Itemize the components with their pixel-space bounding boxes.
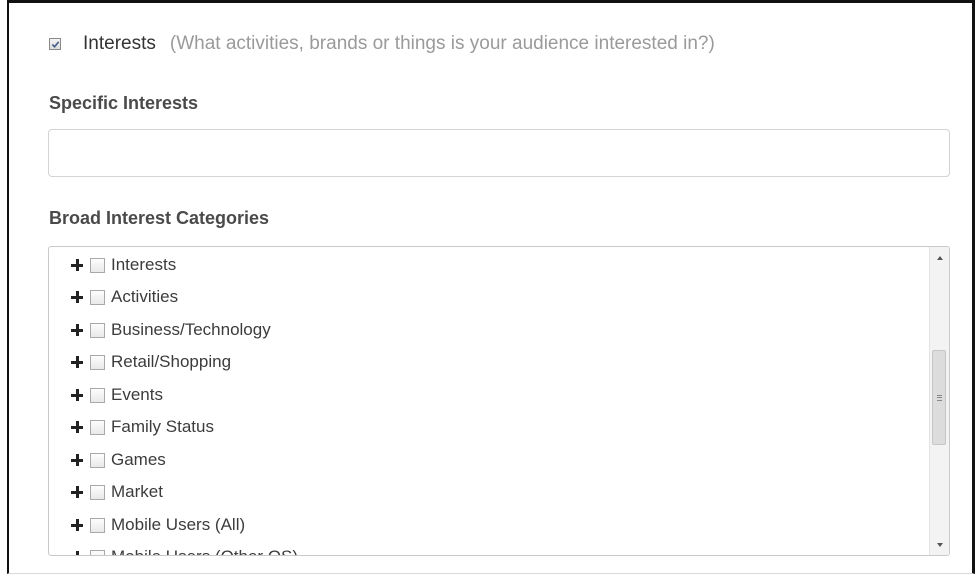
- plus-icon[interactable]: [71, 323, 85, 337]
- list-item[interactable]: Games: [71, 448, 166, 472]
- category-checkbox[interactable]: [90, 354, 105, 370]
- list-item[interactable]: Market: [71, 480, 163, 504]
- plus-icon[interactable]: [71, 388, 85, 402]
- chevron-up-icon: [936, 255, 943, 260]
- category-label: Market: [111, 482, 163, 501]
- category-label: Family Status: [111, 417, 214, 436]
- plus-icon[interactable]: [71, 258, 85, 272]
- category-checkbox[interactable]: [90, 387, 105, 403]
- category-checkbox[interactable]: [90, 419, 105, 435]
- category-checkbox[interactable]: [90, 289, 105, 305]
- grip-icon: [936, 394, 942, 401]
- category-label: Retail/Shopping: [111, 352, 232, 371]
- scroll-up-button[interactable]: [930, 249, 949, 266]
- chevron-down-icon: [936, 542, 943, 547]
- plus-icon[interactable]: [71, 290, 85, 304]
- category-checkbox[interactable]: [90, 452, 105, 468]
- scroll-thumb[interactable]: [932, 350, 946, 445]
- plus-icon[interactable]: [71, 420, 85, 434]
- list-item[interactable]: Activities: [71, 285, 178, 309]
- interests-checkbox[interactable]: [49, 38, 61, 50]
- vertical-scrollbar[interactable]: [929, 247, 949, 555]
- plus-icon[interactable]: [71, 453, 85, 467]
- category-label: Mobile Users (All): [111, 515, 246, 534]
- plus-icon[interactable]: [71, 550, 85, 555]
- category-label: Activities: [111, 287, 179, 306]
- list-item[interactable]: Mobile Users (Other OS): [71, 545, 298, 555]
- list-item[interactable]: Business/Technology: [71, 318, 271, 342]
- category-label: Games: [111, 450, 166, 469]
- category-checkbox[interactable]: [90, 322, 105, 338]
- category-label: Events: [111, 385, 163, 404]
- interests-header: Interests (What activities, brands or th…: [49, 32, 715, 56]
- category-checkbox[interactable]: [90, 257, 105, 273]
- list-item[interactable]: Mobile Users (All): [71, 513, 245, 537]
- broad-categories-list[interactable]: Interests Activities Business/Technology…: [48, 246, 950, 556]
- list-item[interactable]: Events: [71, 383, 163, 407]
- interests-hint: (What activities, brands or things is yo…: [169, 33, 715, 54]
- category-label: Interests: [111, 255, 177, 274]
- specific-interests-label: Specific Interests: [49, 93, 199, 113]
- specific-interests-input[interactable]: [48, 129, 950, 177]
- checkmark-icon: [51, 40, 59, 48]
- broad-interest-categories-label: Broad Interest Categories: [49, 208, 270, 228]
- category-label: Business/Technology: [111, 320, 271, 339]
- list-viewport: Interests Activities Business/Technology…: [49, 247, 929, 555]
- list-item[interactable]: Retail/Shopping: [71, 350, 231, 374]
- category-checkbox[interactable]: [90, 549, 105, 555]
- plus-icon[interactable]: [71, 355, 85, 369]
- scroll-down-button[interactable]: [930, 536, 949, 553]
- plus-icon[interactable]: [71, 518, 85, 532]
- list-item[interactable]: Interests: [71, 253, 176, 277]
- interests-title: Interests: [83, 33, 156, 54]
- plus-icon[interactable]: [71, 485, 85, 499]
- category-label: Mobile Users (Other OS): [111, 547, 298, 555]
- category-checkbox[interactable]: [90, 517, 105, 533]
- category-checkbox[interactable]: [90, 484, 105, 500]
- list-item[interactable]: Family Status: [71, 415, 214, 439]
- interests-panel: Interests (What activities, brands or th…: [7, 0, 975, 574]
